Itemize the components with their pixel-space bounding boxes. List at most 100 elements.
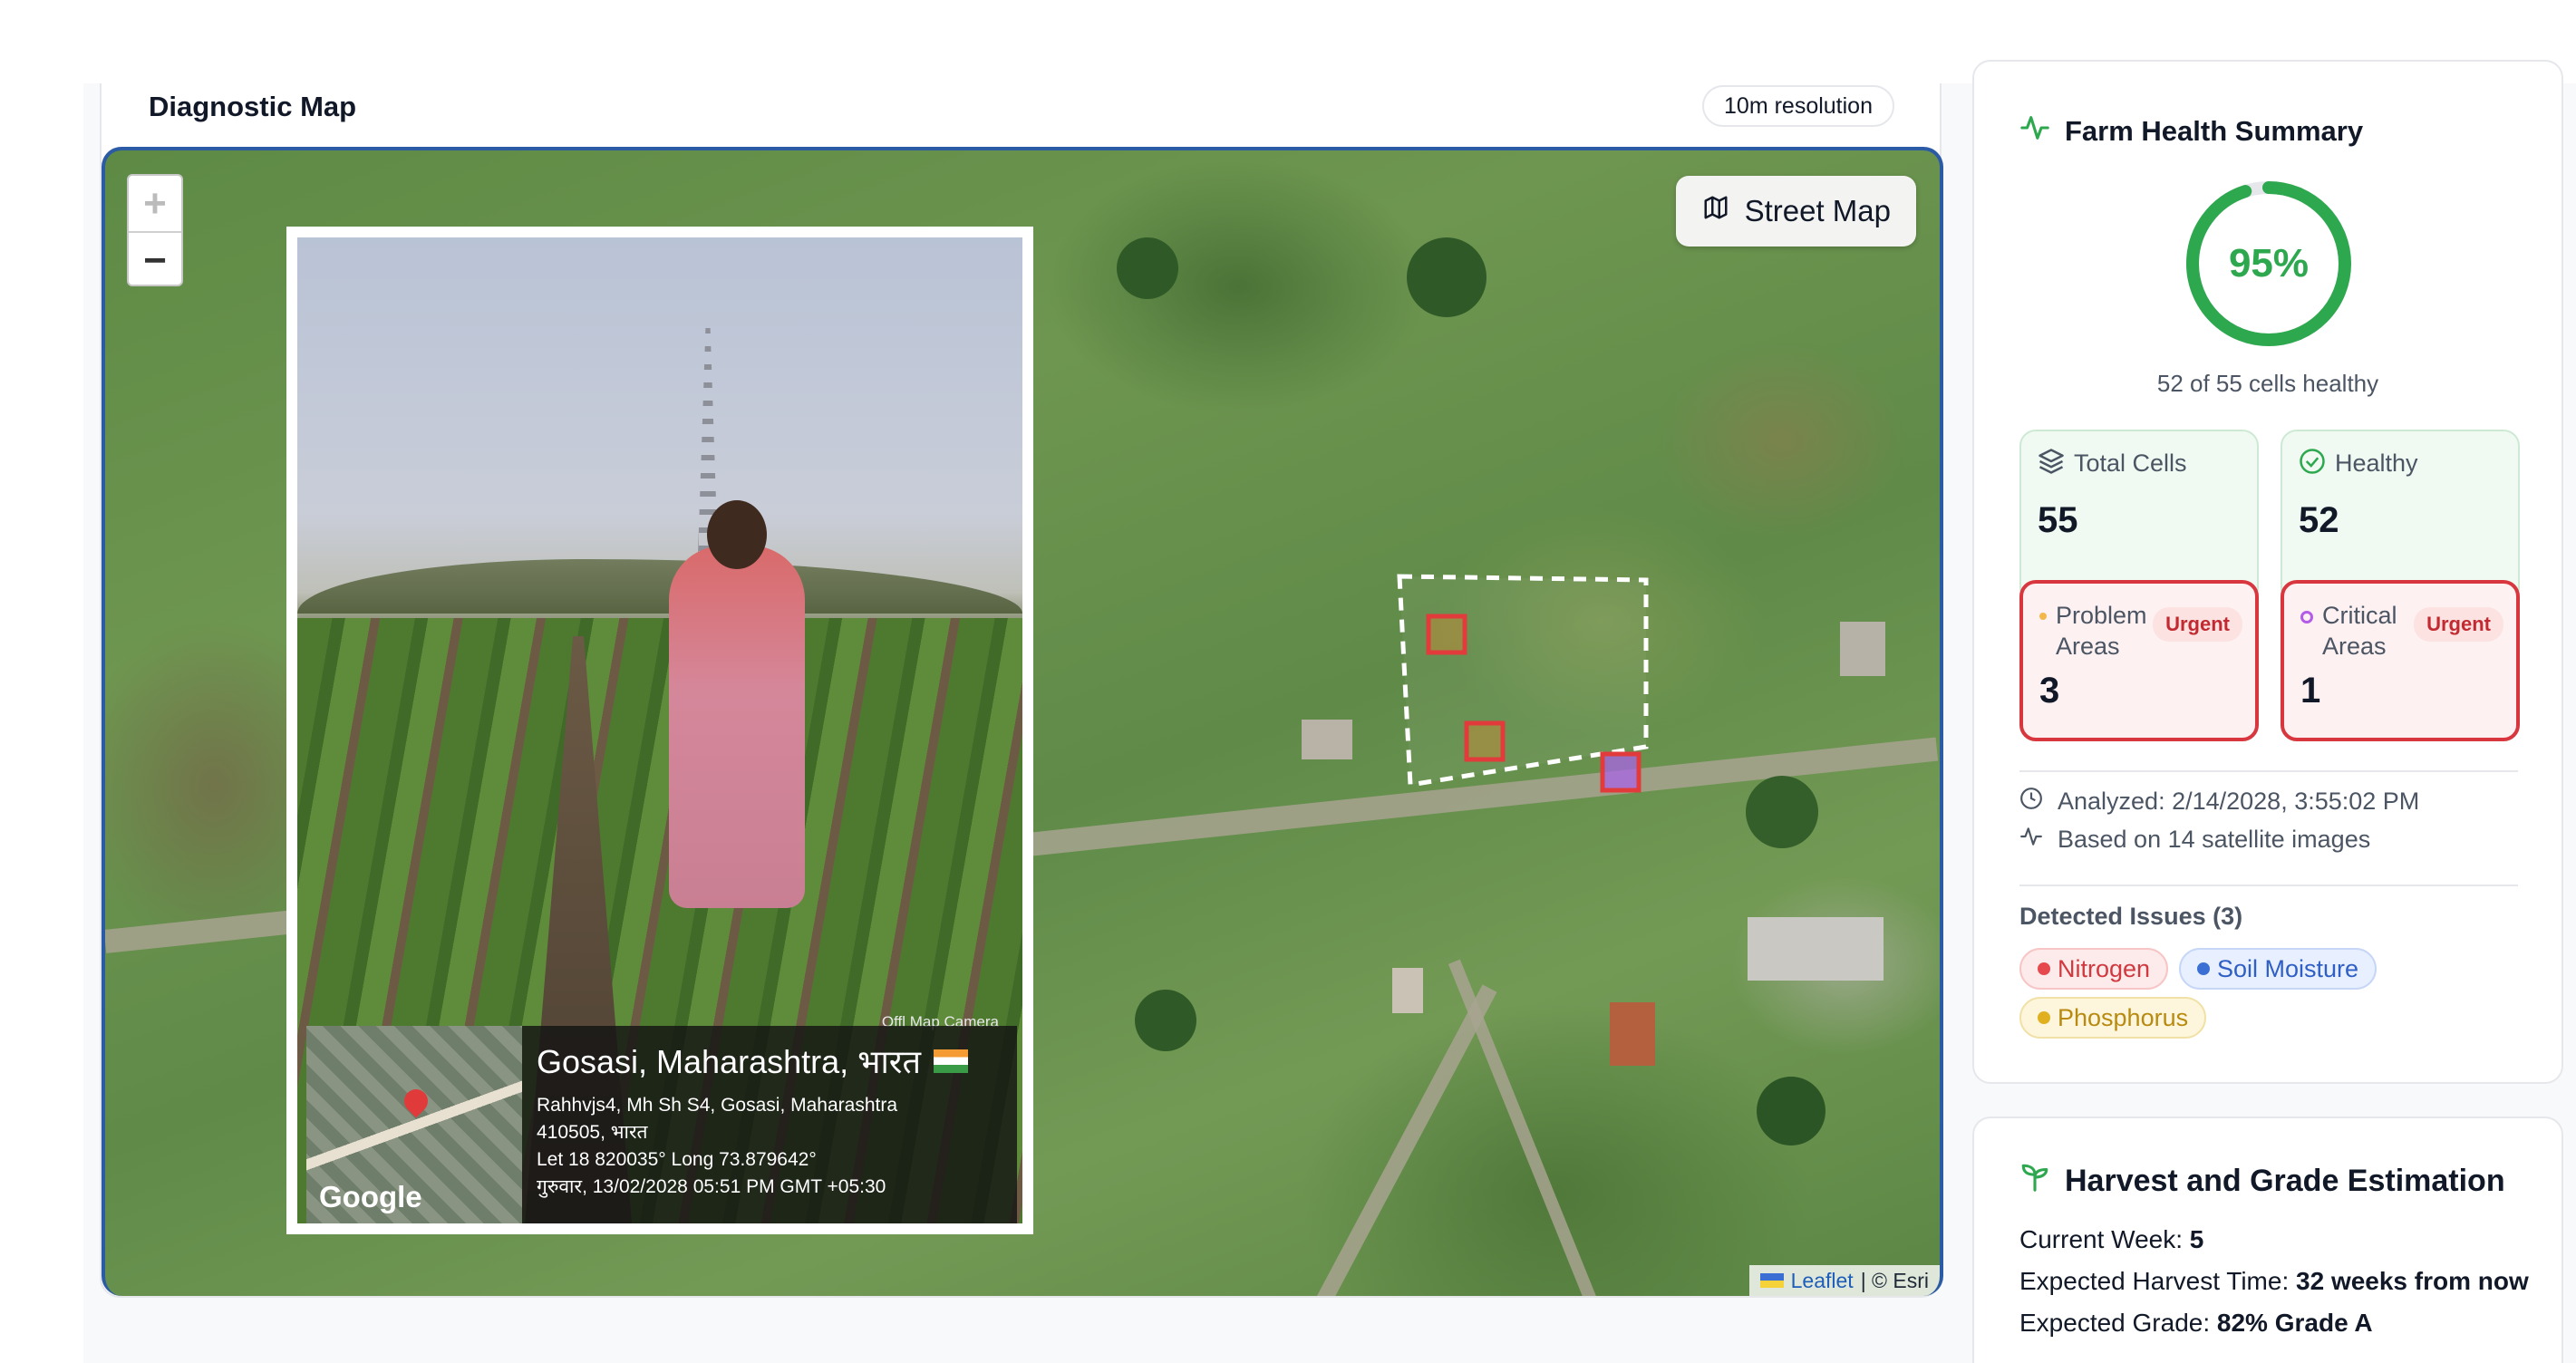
harvest-time-row: Expected Harvest Time: 32 weeks from now <box>2019 1267 2529 1296</box>
ukraine-flag-icon <box>1759 1273 1784 1288</box>
problem-dot-icon <box>2039 613 2047 620</box>
summary-title: Farm Health Summary <box>2065 115 2364 147</box>
problem-areas-value: 3 <box>2039 671 2060 710</box>
detected-issues-title: Detected Issues (3) <box>2019 903 2243 930</box>
geotag-timestamp: गुरुवार, 13/02/2028 05:51 PM GMT +05:30 <box>537 1176 886 1197</box>
clock-icon <box>2019 787 2043 817</box>
issue-label: Soil Moisture <box>2217 954 2359 982</box>
summary-header: Farm Health Summary <box>2019 112 2363 150</box>
geotagged-photo-popup[interactable]: Offl Map Camera Google Gosasi, Maharasht… <box>286 227 1033 1234</box>
problem-cell <box>1426 614 1467 655</box>
critical-label: Critical Areas <box>2322 600 2397 662</box>
geotag-place: Gosasi, Maharashtra, भारत <box>537 1039 969 1083</box>
building <box>1748 917 1884 981</box>
geotag-text: Gosasi, Maharashtra, भारत Rahhvjs4, Mh S… <box>537 1026 969 1223</box>
building <box>1610 1002 1655 1066</box>
geotag-place-name: Gosasi, Maharashtra, भारत <box>537 1043 922 1080</box>
problem-label-line-1: Problem <box>2056 602 2147 629</box>
expected-grade-value: 82% Grade A <box>2216 1309 2373 1337</box>
farm-health-summary-card: Farm Health Summary 95% 52 of 55 cells h… <box>1972 60 2563 1084</box>
issue-chip-phosphorus[interactable]: Phosphorus <box>2019 997 2207 1039</box>
harvest-time-label: Expected Harvest Time: <box>2019 1267 2297 1295</box>
map-view[interactable]: + − Street Map Offl Map Camera Google Go… <box>102 147 1943 1296</box>
india-flag-icon <box>934 1049 969 1073</box>
total-cells-label-row: Total Cells <box>2038 448 2241 482</box>
based-on-row: Based on 14 satellite images <box>2019 825 2370 855</box>
health-ring: 95% <box>2183 178 2355 350</box>
analyzed-text: Analyzed: 2/14/2028, 3:55:02 PM <box>2058 788 2420 815</box>
street-map-label: Street Map <box>1744 194 1891 227</box>
critical-areas-value: 1 <box>2300 671 2321 710</box>
map-icon <box>1701 194 1730 228</box>
healthy-value: 52 <box>2299 500 2339 540</box>
critical-label-line-1: Critical <box>2322 602 2397 629</box>
healthy-caption: 52 of 55 cells healthy <box>2156 370 2379 397</box>
urgent-badge: Urgent <box>2414 607 2503 642</box>
leaflet-link[interactable]: Leaflet <box>1791 1269 1854 1293</box>
esri-attribution: | © Esri <box>1860 1268 1929 1292</box>
issue-label: Nitrogen <box>2058 954 2151 982</box>
geotag-address-2: 410505, भारत <box>537 1122 648 1143</box>
tree <box>1117 237 1178 299</box>
tree <box>1135 990 1196 1051</box>
expected-grade-row: Expected Grade: 82% Grade A <box>2019 1309 2373 1338</box>
problem-areas-stat: Problem Areas Urgent 3 <box>2019 580 2259 741</box>
current-week-label: Current Week: <box>2019 1225 2190 1253</box>
tree <box>1407 237 1487 317</box>
expected-grade-label: Expected Grade: <box>2019 1309 2217 1337</box>
resolution-badge: 10m resolution <box>1702 85 1894 127</box>
total-cells-label: Total Cells <box>2074 450 2187 477</box>
critical-cell <box>1600 751 1641 793</box>
building <box>1392 968 1423 1013</box>
total-cells-stat: Total Cells 55 <box>2019 430 2259 604</box>
pulse-icon <box>2019 825 2043 855</box>
tree <box>1757 1077 1825 1146</box>
building <box>1302 720 1352 759</box>
healthy-label-row: Healthy <box>2299 448 2502 482</box>
healthy-label: Healthy <box>2335 450 2418 477</box>
photo-hills <box>297 559 1022 614</box>
field-photo: Offl Map Camera Google Gosasi, Maharasht… <box>297 237 1022 1223</box>
issue-chip-soil-moisture[interactable]: Soil Moisture <box>2179 948 2377 990</box>
analyzed-row: Analyzed: 2/14/2028, 3:55:02 PM <box>2019 787 2419 817</box>
total-cells-value: 55 <box>2038 500 2078 540</box>
google-logo: Google <box>319 1180 422 1213</box>
divider <box>2019 884 2518 886</box>
zoom-in-button[interactable]: + <box>129 176 181 231</box>
divider <box>2019 770 2518 772</box>
diagnostic-map-card: Diagnostic Map 10m resolution + − Street… <box>100 83 1943 1298</box>
problem-label-line-2: Areas <box>2056 633 2120 660</box>
street-map-toggle-button[interactable]: Street Map <box>1675 176 1916 246</box>
problem-cell <box>1464 720 1506 762</box>
critical-areas-stat: Critical Areas Urgent 1 <box>2281 580 2520 741</box>
healthy-stat: Healthy 52 <box>2281 430 2520 604</box>
photo-farmer-head <box>707 500 767 569</box>
urgent-badge: Urgent <box>2153 607 2242 642</box>
zoom-out-button[interactable]: − <box>129 233 181 285</box>
sprout-icon <box>2019 1162 2050 1201</box>
layers-icon <box>2038 448 2065 482</box>
harvest-header: Harvest and Grade Estimation <box>2019 1162 2505 1201</box>
map-title: Diagnostic Map <box>149 91 357 122</box>
issue-label: Phosphorus <box>2058 1003 2189 1031</box>
geotag-box: Google Gosasi, Maharashtra, भारत Rahhvjs… <box>306 1026 1017 1223</box>
critical-target-icon <box>2300 611 2313 624</box>
health-percent: 95% <box>2228 241 2310 285</box>
geotag-mini-map: Google <box>306 1026 522 1223</box>
zoom-control: + − <box>127 174 183 286</box>
harvest-title: Harvest and Grade Estimation <box>2065 1164 2505 1198</box>
location-pin-icon <box>399 1084 433 1118</box>
harvest-estimation-card: Harvest and Grade Estimation Current Wee… <box>1972 1116 2563 1363</box>
issue-dot-icon <box>2197 962 2210 975</box>
geotag-address-1: Rahhvjs4, Mh Sh S4, Gosasi, Maharashtra <box>537 1095 898 1116</box>
critical-label-line-2: Areas <box>2322 633 2387 660</box>
harvest-time-value: 32 weeks from now <box>2296 1267 2529 1295</box>
issue-chip-nitrogen[interactable]: Nitrogen <box>2019 948 2169 990</box>
issue-dot-icon <box>2038 1011 2050 1024</box>
check-circle-icon <box>2299 448 2326 482</box>
photo-farmer <box>669 546 805 908</box>
current-week-row: Current Week: 5 <box>2019 1225 2203 1254</box>
issue-dot-icon <box>2038 962 2050 975</box>
tree <box>1746 776 1818 848</box>
building <box>1840 622 1885 676</box>
